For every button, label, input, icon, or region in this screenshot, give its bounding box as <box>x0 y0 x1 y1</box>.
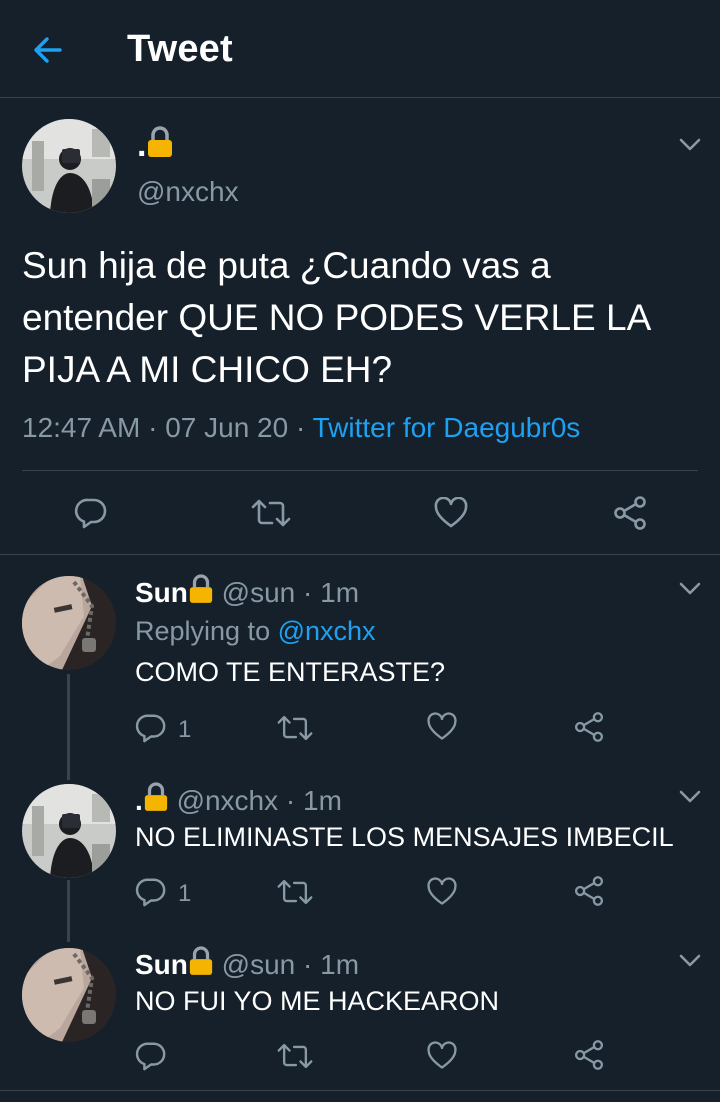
reply-icon[interactable] <box>135 876 167 908</box>
reply-header: Sun @sun · 1m <box>135 574 359 609</box>
reply-count: 1 <box>178 880 192 907</box>
heart-icon[interactable] <box>426 1041 458 1071</box>
tweet-time: 12:47 AM <box>22 412 141 443</box>
avatar[interactable] <box>22 784 116 878</box>
reply-icon[interactable] <box>135 1040 167 1072</box>
arrow-left-icon[interactable] <box>30 32 66 68</box>
avatar[interactable] <box>22 576 116 670</box>
avatar[interactable] <box>22 119 116 213</box>
reply-author-name[interactable]: Sun <box>135 949 188 980</box>
lock-icon <box>189 946 213 975</box>
reply-time: · 1m <box>285 785 342 816</box>
thread-line <box>67 674 70 780</box>
thread-line <box>67 880 70 942</box>
chevron-down-icon[interactable] <box>679 582 701 596</box>
top-bar: Tweet <box>0 0 720 98</box>
reply-author-name[interactable]: . <box>135 785 143 816</box>
tweet-source-link[interactable]: Twitter for Daegubr0s <box>313 412 581 443</box>
tweet-author-name[interactable]: . <box>137 126 174 165</box>
retweet-icon[interactable] <box>276 714 314 742</box>
divider <box>0 1090 720 1091</box>
chevron-down-icon[interactable] <box>679 790 701 804</box>
tweet-text: Sun hija de puta ¿Cuando vas a entender … <box>22 245 650 390</box>
replying-to: Replying to @nxchx <box>135 616 376 646</box>
reply-text: NO FUI YO ME HACKEARON <box>135 986 500 1016</box>
retweet-icon[interactable] <box>276 878 314 906</box>
reply-icon[interactable] <box>74 496 108 530</box>
reply-author-handle[interactable]: @nxchx <box>177 785 279 816</box>
lock-icon <box>144 782 167 811</box>
heart-icon[interactable] <box>426 712 458 742</box>
mention-link[interactable]: @nxchx <box>278 616 376 646</box>
reply-count: 1 <box>178 716 192 743</box>
divider <box>22 470 698 471</box>
retweet-icon[interactable] <box>276 1042 314 1070</box>
chevron-down-icon[interactable] <box>679 138 701 152</box>
heart-icon[interactable] <box>433 497 469 529</box>
lock-icon <box>189 574 213 603</box>
reply-author-name[interactable]: Sun <box>135 577 188 608</box>
reply-header: . @nxchx · 1m <box>135 782 342 817</box>
page-title: Tweet <box>127 28 233 70</box>
tweet-author-handle[interactable]: @nxchx <box>137 176 239 208</box>
reply-time: · 1m <box>303 949 360 980</box>
reply-header: Sun @sun · 1m <box>135 946 359 981</box>
reply-time: · 1m <box>303 577 360 608</box>
chevron-down-icon[interactable] <box>679 954 701 968</box>
tweet-meta: 12:47 AM · 07 Jun 20 · Twitter for Daegu… <box>22 412 581 443</box>
lock-icon <box>148 126 173 157</box>
share-icon[interactable] <box>573 1039 605 1071</box>
reply-text: NO ELIMINASTE LOS MENSAJES IMBECIL <box>135 822 674 852</box>
reply-text: COMO TE ENTERASTE? <box>135 657 446 687</box>
divider <box>0 554 720 555</box>
reply-author-handle[interactable]: @sun <box>222 577 296 608</box>
avatar[interactable] <box>22 948 116 1042</box>
heart-icon[interactable] <box>426 877 458 907</box>
share-icon[interactable] <box>573 875 605 907</box>
reply-author-handle[interactable]: @sun <box>222 949 296 980</box>
reply-icon[interactable] <box>135 712 167 744</box>
share-icon[interactable] <box>573 711 605 743</box>
share-icon[interactable] <box>612 495 648 531</box>
retweet-icon[interactable] <box>250 498 292 528</box>
tweet-date: 07 Jun 20 <box>165 412 289 443</box>
